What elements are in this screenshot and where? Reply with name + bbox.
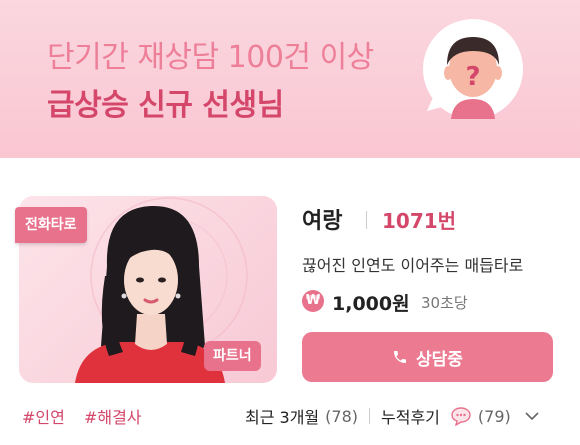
banner-headline: 단기간 재상담 100건 이상	[47, 40, 374, 75]
stats-divider	[369, 408, 370, 424]
partner-badge: 파트너	[204, 341, 261, 371]
counselor-description: 끊어진 인연도 이어주는 매듭타로	[302, 256, 524, 275]
price-unit: 30초당	[421, 294, 468, 312]
chevron-down-icon[interactable]	[525, 411, 539, 421]
review-label: 누적후기	[381, 408, 440, 427]
hashtag-item[interactable]: #해결사	[84, 408, 142, 427]
price: 1,000원	[332, 293, 410, 315]
counselor-number: 1071번	[382, 209, 457, 233]
hashtag-item[interactable]: #인연	[22, 408, 65, 427]
recent-count: (78)	[325, 406, 358, 426]
recent-label: 최근 3개월	[245, 408, 320, 427]
review-stats: 최근 3개월 (78) 누적후기 (79)	[245, 404, 539, 428]
phone-tarot-tag: 전화타로	[15, 207, 87, 243]
svg-text:?: ?	[465, 62, 480, 92]
won-icon: ₩	[302, 290, 324, 312]
banner-subheadline: 급상승 신규 선생님	[47, 88, 284, 123]
consult-status-button[interactable]: 상담중	[302, 332, 553, 382]
consult-status-label: 상담중	[416, 349, 463, 370]
promo-banner[interactable]: 단기간 재상담 100건 이상 급상승 신규 선생님 ?	[0, 0, 580, 158]
name-divider	[366, 211, 367, 229]
review-count: (79)	[477, 406, 511, 426]
counselor-name[interactable]: 여랑	[302, 203, 342, 235]
phone-icon	[394, 351, 407, 363]
hashtag-list: #인연 #해결사	[22, 404, 156, 428]
person-question-icon: ?	[423, 19, 523, 119]
chat-bubble-icon	[451, 407, 471, 426]
